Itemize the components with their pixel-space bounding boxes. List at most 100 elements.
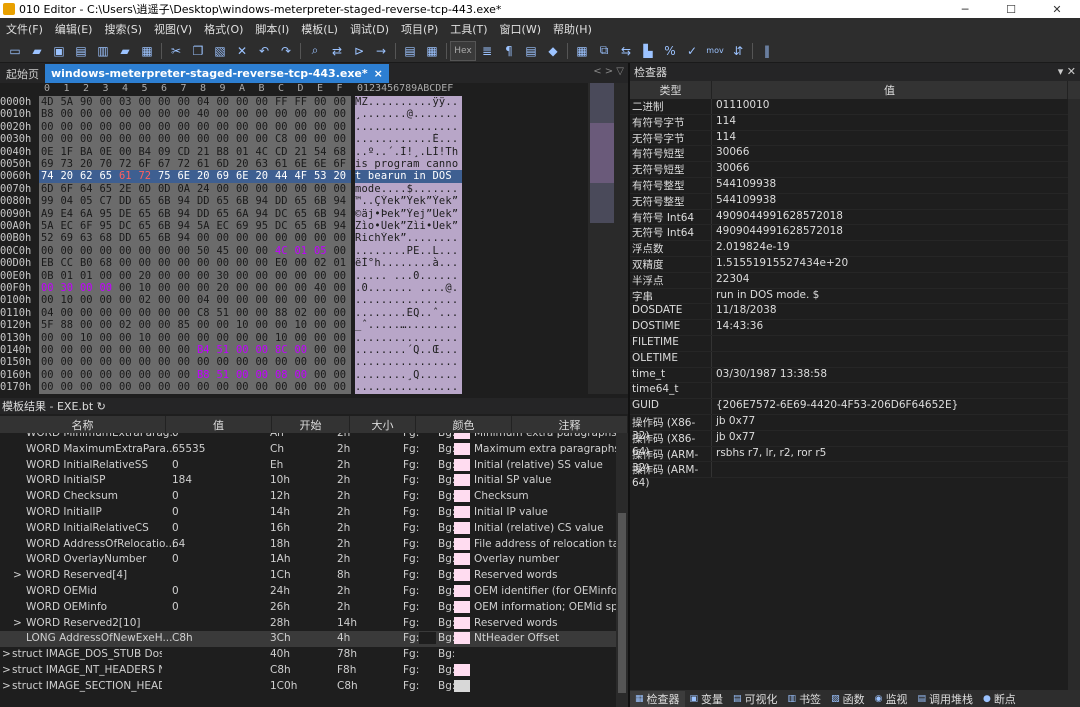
hex-ascii[interactable]: ................ (355, 331, 462, 345)
hex-bytes[interactable]: 5A EC 6F 95 DC 65 6B 94 5A EC 69 95 DC 65 6B 94 (39, 220, 351, 233)
hex-row[interactable]: 0050h 69 73 20 70 72 6F 67 72 61 6D 20 63 61 6E 6E 6F is … (0, 158, 616, 171)
paste-icon[interactable]: ▧ (209, 41, 231, 61)
fg-color-swatch[interactable] (419, 553, 436, 566)
hex-byte[interactable]: 20 (334, 170, 358, 182)
delete-icon[interactable]: ✕ (231, 41, 253, 61)
hex-minimap[interactable] (588, 83, 616, 394)
hex-row[interactable]: 0040h 0E 1F BA 0E 00 B4 09 CD 21 B8 01 4C CD 21 54 68 ..º… (0, 145, 616, 159)
hex-byte[interactable]: 00 (334, 294, 358, 306)
template-row[interactable]: WORD AddressOfRelocatio... 64 18h 2h Fg: Bg: F… (0, 537, 616, 553)
inspector-value[interactable]: rsbhs r7, lr, r2, ror r5 (712, 447, 1064, 462)
inspector-value[interactable]: 114 (712, 115, 1064, 130)
bg-color-swatch[interactable] (454, 569, 470, 582)
hex-byte[interactable]: 00 (334, 282, 358, 294)
inspector-value[interactable] (712, 352, 1064, 367)
hex-byte[interactable]: 00 (334, 381, 358, 393)
hex-row[interactable]: 0100h 00 10 00 00 00 02 00 00 04 00 00 00 00 00 00 00...… (0, 294, 616, 308)
folder-icon[interactable]: ▰ (114, 41, 136, 61)
hex-bytes[interactable]: 00 00 00 00 00 00 00 00 00 00 00 00 00 00 00 00 (39, 381, 351, 394)
hex-ascii[interactable]: ................ (355, 381, 462, 394)
fg-color-swatch[interactable] (419, 442, 436, 455)
inspector-close-icon[interactable]: ▾ ✕ (1058, 65, 1076, 78)
hex-bytes[interactable]: 99 04 05 C7 DD 65 6B 94 DD 65 6B 94 DD 65 6B 94 (39, 195, 351, 209)
hex-ascii[interactable]: ¸.......@....... (355, 108, 462, 122)
inspector-row[interactable]: 双精度 1.51551915527434e+20 (630, 256, 1080, 273)
inspector-value[interactable]: 30066 (712, 162, 1064, 177)
hex-ascii[interactable]: RichÝek”........ (355, 232, 462, 246)
compare-icon[interactable]: ⧉ (593, 41, 615, 61)
template-col-header[interactable]: 颜色 (416, 416, 512, 433)
hex-bytes[interactable]: 0B 01 01 00 00 20 00 00 00 30 00 00 00 00 00 00 (39, 269, 351, 283)
fg-color-swatch[interactable] (419, 537, 436, 550)
bottom-tab-3[interactable]: ▥ 书签 (783, 691, 827, 707)
hex-ascii[interactable]: ..º..´.Í!¸.LÍ!Th (355, 145, 462, 159)
hex-byte[interactable]: 94 (334, 195, 358, 207)
open-project-icon[interactable]: ▦ (136, 41, 158, 61)
fg-color-swatch[interactable] (419, 474, 436, 487)
bottom-tab-4[interactable]: ▨ 函数 (826, 691, 870, 707)
hex-byte[interactable]: 00 (334, 245, 358, 257)
hex-byte[interactable]: 94 (334, 220, 358, 232)
hex-bytes[interactable]: 00 30 00 00 00 10 00 00 00 20 00 00 00 00 40 00 (39, 282, 351, 295)
hex-row[interactable]: 0000h 4D 5A 90 00 03 00 00 00 04 00 00 00 FF FF 00 00 MZ.… (0, 96, 616, 109)
bg-color-swatch[interactable] (454, 521, 470, 534)
template-col-header[interactable]: 名称 (0, 416, 166, 433)
fg-color-swatch[interactable] (419, 632, 436, 645)
menu-item-5[interactable]: 脚本(I) (249, 21, 295, 37)
hex-bytes[interactable]: 4D 5A 90 00 03 00 00 00 04 00 00 00 FF FF 00 00 (39, 96, 351, 109)
hex-ascii[interactable]: ™..ÇÝek”Ýek”Ýek” (355, 195, 462, 209)
inspector-value[interactable]: 1.51551915527434e+20 (712, 257, 1064, 272)
inspector-row[interactable]: 操作码 (X86-64) jb 0x77 (630, 430, 1080, 458)
fg-color-swatch[interactable] (419, 664, 436, 676)
hex-byte[interactable]: 00 (334, 319, 358, 331)
bg-color-swatch[interactable] (454, 553, 470, 566)
redo-icon[interactable]: ↷ (275, 41, 297, 61)
scroll-thumb[interactable] (618, 513, 626, 693)
hex-ascii[interactable]: ëÌ°h........à... (355, 257, 462, 271)
hex-bytes[interactable]: 69 73 20 70 72 6F 67 72 61 6D 20 63 61 6E 6E 6F (39, 158, 351, 171)
inspector-value[interactable]: 544109938 (712, 194, 1064, 209)
hex-row[interactable]: 0130h 00 00 10 00 00 10 00 00 00 00 00 00 10 00 00 00...… (0, 331, 616, 345)
fg-color-swatch[interactable] (419, 679, 436, 692)
replace-icon[interactable]: ⇄ (326, 41, 348, 61)
menu-item-9[interactable]: 工具(T) (444, 21, 493, 37)
template-row[interactable]: WORD MaximumExtraPara... 65535 Ch 2h Fg: Bg: M… (0, 442, 616, 458)
hex-ascii[interactable]: ©äj•Þek”Ýej”Üek” (355, 207, 462, 221)
hex-byte[interactable]: 00 (334, 356, 358, 368)
bg-color-swatch[interactable] (454, 648, 470, 661)
histogram-icon[interactable]: ▙ (637, 41, 659, 61)
hex-bytes[interactable]: 0E 1F BA 0E 00 B4 09 CD 21 B8 01 4C CD 21 54 68 (39, 145, 351, 159)
menu-item-6[interactable]: 模板(L) (295, 21, 344, 37)
hex-bytes[interactable]: 04 00 00 00 00 00 00 00 C8 51 00 00 88 02 00 00 (39, 306, 351, 320)
hex-byte[interactable]: 00 (334, 270, 358, 282)
inspector-row[interactable]: DOSTIME 14:43:36 (630, 320, 1080, 336)
hex-ascii[interactable]: ................ (355, 356, 462, 370)
menu-item-4[interactable]: 格式(O) (198, 21, 249, 37)
bg-color-swatch[interactable] (454, 600, 470, 613)
fg-color-swatch[interactable] (419, 569, 436, 582)
calculator-icon[interactable]: ▦ (571, 41, 593, 61)
hex-row[interactable]: 0080h 99 04 05 C7 DD 65 6B 94 DD 65 6B 94 DD 65 6B 94 ™..… (0, 195, 616, 209)
inspector-scrollbar[interactable] (1068, 99, 1080, 699)
menu-item-7[interactable]: 调试(D) (344, 21, 395, 37)
hex-bytes[interactable]: 00 00 00 00 00 00 00 00 50 45 00 00 4C 01 05 00 (39, 244, 351, 258)
template-row[interactable]: WORD Checksum 0 12h 2h Fg: Bg: Checksum (0, 489, 616, 505)
hex-row[interactable]: 0120h 5F 88 00 00 02 00 00 85 00 00 10 00 00 10 00 00 _ˆ.… (0, 319, 616, 333)
fg-color-swatch[interactable] (419, 521, 436, 534)
hex-row[interactable]: 0090h A9 E4 6A 95 DE 65 6B 94 DD 65 6A 94 DC 65 6B 94 ©äj… (0, 207, 616, 221)
save-icon[interactable]: ▣ (48, 41, 70, 61)
hex-ascii[interactable]: mode....$....... (355, 182, 462, 196)
inspector-value[interactable]: run in DOS mode. $ (712, 289, 1064, 304)
hex-editor[interactable]: 0000h 4D 5A 90 00 03 00 00 00 04 00 00 00 FF FF 00 00 MZ.… (0, 96, 616, 394)
hex-ascii[interactable]: ........PE..L... (355, 244, 462, 258)
paragraph-icon[interactable]: ¶ (498, 41, 520, 61)
inspector-value[interactable]: 22304 (712, 273, 1064, 288)
fg-color-swatch[interactable] (419, 506, 436, 518)
highlight-icon[interactable]: ◆ (542, 41, 564, 61)
hex-row[interactable]: 00D0h EB CC B0 68 00 00 00 00 00 00 00 00 E0 00 02 01 ëÌ°… (0, 257, 616, 271)
inspector-value[interactable] (712, 336, 1064, 351)
menu-item-3[interactable]: 视图(V) (148, 21, 198, 37)
tab-close-icon[interactable]: × (374, 67, 383, 80)
fg-color-swatch[interactable] (419, 458, 436, 471)
inspector-value[interactable]: 4909044991628572018 (712, 210, 1064, 225)
